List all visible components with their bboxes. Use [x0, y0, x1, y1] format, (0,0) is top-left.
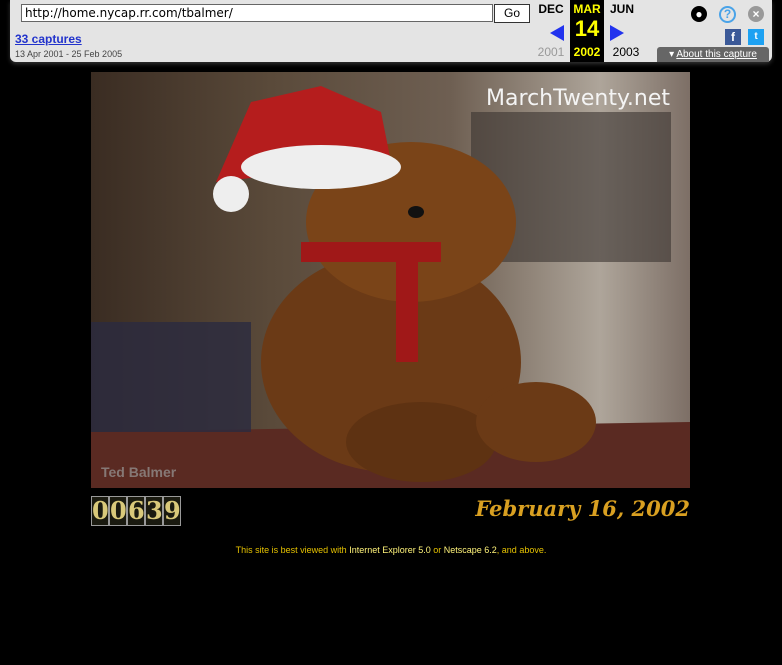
- teddy-bear-photo: MarchTwenty.net Ted Balmer: [91, 72, 690, 488]
- current-day: 14: [574, 16, 600, 41]
- page-date: February 16, 2002: [475, 496, 690, 521]
- captures-link[interactable]: 33 captures: [15, 32, 82, 46]
- photo-signature: Ted Balmer: [101, 464, 177, 480]
- netscape-text: Netscape 6.2: [443, 545, 497, 555]
- twitter-icon[interactable]: t: [748, 29, 764, 45]
- go-button[interactable]: Go: [494, 4, 530, 23]
- prev-capture-arrow-icon[interactable]: [550, 25, 564, 41]
- counter-digit: 0: [91, 496, 109, 526]
- next-month-link[interactable]: JUN: [604, 2, 640, 16]
- next-year-link[interactable]: 2003: [608, 45, 644, 59]
- close-icon[interactable]: ×: [748, 6, 764, 22]
- url-input[interactable]: http://home.nycap.rr.com/tbalmer/: [21, 4, 493, 22]
- counter-digit: 6: [127, 496, 145, 526]
- photo-watermark: MarchTwenty.net: [486, 86, 670, 111]
- user-icon[interactable]: ●: [691, 6, 707, 22]
- note-text: , and above.: [496, 545, 547, 555]
- browser-note: This site is best viewed with Internet E…: [0, 545, 782, 555]
- current-month: MAR: [573, 2, 601, 16]
- about-label: About this capture: [676, 49, 757, 60]
- note-text: or: [430, 545, 444, 555]
- next-capture-arrow-icon[interactable]: [610, 25, 624, 41]
- counter-digit: 3: [145, 496, 163, 526]
- date-range: 13 Apr 2001 - 25 Feb 2005: [15, 49, 123, 59]
- note-text: This site is best viewed with: [235, 545, 350, 555]
- ie-text: Internet Explorer 5.0: [349, 545, 431, 555]
- facebook-icon[interactable]: f: [725, 29, 741, 45]
- prev-year-link[interactable]: 2001: [533, 45, 569, 59]
- counter-digit: 9: [163, 496, 181, 526]
- teddy-bear-illustration: [91, 86, 690, 488]
- current-year: 2002: [573, 45, 601, 59]
- prev-month-link[interactable]: DEC: [533, 2, 569, 16]
- counter-digit: 0: [109, 496, 127, 526]
- about-capture-button[interactable]: ▾ About this capture: [657, 47, 769, 62]
- hit-counter: 0 0 6 3 9: [91, 496, 181, 526]
- help-icon[interactable]: ?: [719, 6, 736, 23]
- wayback-toolbar: http://home.nycap.rr.com/tbalmer/ Go 33 …: [10, 0, 772, 62]
